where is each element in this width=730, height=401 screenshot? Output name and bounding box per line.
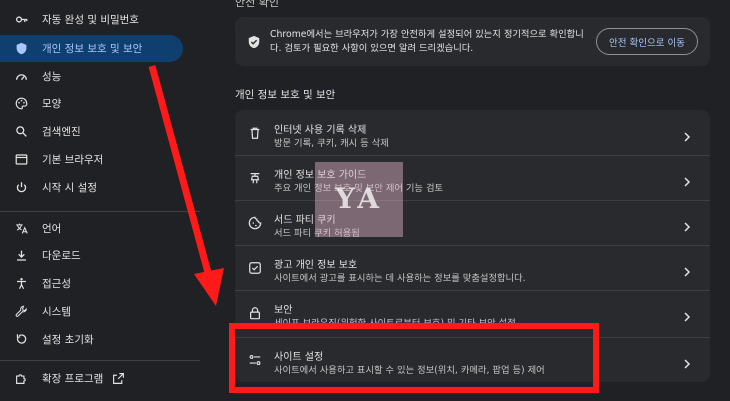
sidebar-divider bbox=[0, 360, 200, 361]
row-divider bbox=[235, 155, 710, 156]
key-icon bbox=[14, 13, 28, 27]
row-third-party-cookies[interactable]: 서드 파티 쿠키 서드 파티 쿠키 허용됨 bbox=[235, 200, 710, 245]
browser-window-icon bbox=[14, 153, 28, 167]
sidebar-item-label: 언어 bbox=[42, 223, 62, 235]
sidebar-item-label: 다운로드 bbox=[42, 250, 81, 262]
chevron-right-icon bbox=[682, 354, 692, 369]
open-external-icon bbox=[111, 372, 125, 386]
cookie-icon bbox=[248, 215, 262, 230]
shield-icon bbox=[14, 42, 28, 56]
sidebar-item-label: 개인 정보 보호 및 보안 bbox=[42, 43, 143, 55]
row-clear-browsing-data[interactable]: 인터넷 사용 기록 삭제 방문 기록, 쿠키, 캐시 등 삭제 bbox=[235, 110, 710, 155]
sidebar-item-label: 설정 초기화 bbox=[42, 334, 94, 346]
watermark-text: YA bbox=[335, 182, 383, 215]
sidebar-item-label: 시스템 bbox=[42, 306, 71, 318]
translate-icon bbox=[14, 222, 28, 236]
chevron-right-icon bbox=[682, 127, 692, 142]
watermark: YA bbox=[315, 162, 403, 237]
chevron-right-icon bbox=[682, 217, 692, 232]
row-divider bbox=[235, 245, 710, 246]
search-icon bbox=[14, 125, 28, 139]
row-subtitle: 사이트에서 광고를 표시하는 데 사용하는 정보를 맞춤설정합니다. bbox=[274, 273, 526, 284]
lock-icon bbox=[248, 305, 262, 320]
trash-icon bbox=[248, 125, 262, 139]
sidebar-item-label: 기본 브라우저 bbox=[42, 154, 104, 166]
go-to-safety-check-button[interactable]: 안전 확인으로 이동 bbox=[596, 28, 698, 55]
wrench-icon bbox=[14, 305, 28, 319]
palette-icon bbox=[14, 97, 28, 111]
row-divider bbox=[235, 290, 710, 291]
sidebar-item-label: 자동 완성 및 비밀번호 bbox=[42, 14, 139, 26]
puzzle-icon bbox=[14, 372, 28, 386]
red-annotation-arrow bbox=[148, 65, 224, 306]
section-title-privacy: 개인 정보 보호 및 보안 bbox=[235, 89, 336, 101]
row-title: 보안 bbox=[274, 305, 293, 316]
section-title-safety-check: 안전 확인 bbox=[235, 0, 279, 9]
shield-check-icon bbox=[247, 34, 261, 49]
red-highlight-box bbox=[229, 323, 599, 393]
sidebar-item-label: 접근성 bbox=[42, 278, 71, 290]
sidebar-item-extensions[interactable]: 확장 프로그램 bbox=[0, 365, 183, 392]
sidebar-item-reset-settings[interactable]: 설정 초기화 bbox=[0, 326, 183, 353]
accessibility-icon bbox=[14, 277, 28, 291]
sidebar-item-label: 시작 시 설정 bbox=[42, 182, 97, 194]
ad-privacy-icon bbox=[248, 260, 262, 274]
row-privacy-guide[interactable]: 개인 정보 보호 가이드 주요 개인 정보 보호 및 보안 제어 기능 검토 bbox=[235, 155, 710, 200]
guide-icon bbox=[248, 170, 262, 184]
sidebar-item-label: 모양 bbox=[42, 98, 62, 110]
sidebar-item-label: 확장 프로그램 bbox=[42, 373, 104, 385]
reset-icon bbox=[14, 333, 28, 347]
row-divider bbox=[235, 200, 710, 201]
speedometer-icon bbox=[14, 70, 28, 84]
sidebar-item-privacy-security[interactable]: 개인 정보 보호 및 보안 bbox=[0, 35, 183, 62]
row-ad-privacy[interactable]: 광고 개인 정보 보호 사이트에서 광고를 표시하는 데 사용하는 정보를 맞춤… bbox=[235, 245, 710, 290]
sidebar-item-autofill[interactable]: 자동 완성 및 비밀번호 bbox=[0, 6, 183, 33]
row-title: 광고 개인 정보 보호 bbox=[274, 260, 358, 271]
download-icon bbox=[14, 249, 28, 263]
row-subtitle: 방문 기록, 쿠키, 캐시 등 삭제 bbox=[274, 138, 389, 149]
power-icon bbox=[14, 181, 28, 195]
sidebar-item-label: 검색엔진 bbox=[42, 126, 81, 138]
sidebar-item-label: 성능 bbox=[42, 71, 62, 83]
chevron-right-icon bbox=[682, 262, 692, 277]
chevron-right-icon bbox=[682, 172, 692, 187]
safety-check-description: Chrome에서는 브라우저가 가장 안전하게 설정되어 있는지 정기적으로 확… bbox=[270, 29, 584, 54]
row-title: 인터넷 사용 기록 삭제 bbox=[274, 125, 367, 136]
safety-check-card: Chrome에서는 브라우저가 가장 안전하게 설정되어 있는지 정기적으로 확… bbox=[235, 17, 710, 66]
chevron-right-icon bbox=[682, 307, 692, 322]
